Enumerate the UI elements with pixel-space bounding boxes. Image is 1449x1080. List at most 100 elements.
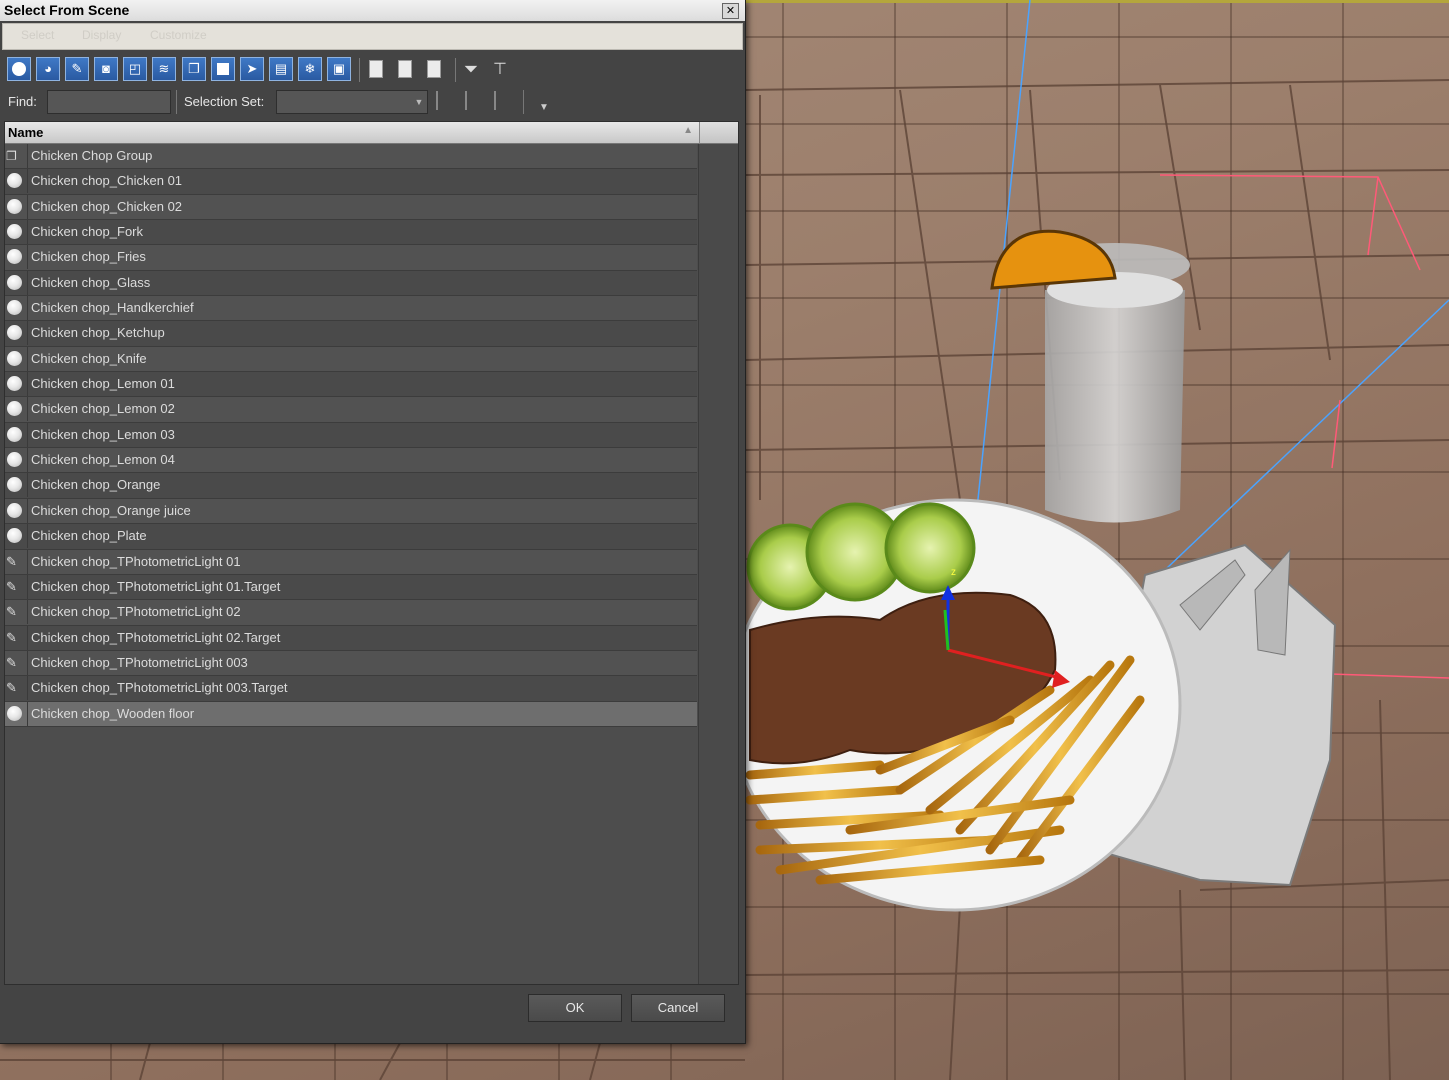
- ok-button[interactable]: OK: [528, 994, 622, 1022]
- toolbar-separator: [359, 58, 360, 82]
- display-shapes-button[interactable]: ◕: [36, 57, 60, 81]
- list-item[interactable]: ❐ Chicken Chop Group: [5, 144, 697, 170]
- geometry-sphere-icon: [7, 274, 22, 290]
- selection-set-dropdown[interactable]: ▼: [276, 90, 428, 114]
- geometry-sphere-icon: [7, 426, 22, 442]
- create-selection-set-icon: [436, 91, 438, 110]
- display-hidden-button[interactable]: ▣: [327, 57, 351, 81]
- geometry-sphere-icon: [7, 325, 22, 341]
- remove-from-selection-set-icon: [494, 91, 496, 110]
- extra-column-header[interactable]: [700, 122, 738, 144]
- display-cameras-button[interactable]: ◙: [94, 57, 118, 81]
- list-item-label: Chicken chop_TPhotometricLight 02: [27, 600, 697, 625]
- list-item[interactable]: Chicken chop_Wooden floor: [5, 701, 697, 727]
- light-icon: ✎: [6, 578, 17, 594]
- filter-options-button[interactable]: ⊤: [490, 58, 510, 80]
- select-all-icon: [369, 60, 383, 78]
- list-item[interactable]: Chicken chop_Glass: [5, 270, 697, 297]
- list-item[interactable]: Chicken chop_Chicken 01: [5, 169, 697, 195]
- list-item-label: Chicken chop_TPhotometricLight 02.Target: [27, 625, 697, 650]
- object-list[interactable]: Name ▲ ❐ Chicken Chop Group Chicken chop_C…: [4, 121, 739, 985]
- menu-display[interactable]: Display: [82, 28, 121, 42]
- list-item-label: Chicken chop_TPhotometricLight 003: [27, 650, 697, 675]
- list-item[interactable]: Chicken chop_Lemon 02: [5, 397, 697, 423]
- display-geometry-button[interactable]: [7, 57, 31, 81]
- geometry-sphere-icon: [7, 705, 22, 721]
- options-dropdown-button[interactable]: ▼: [534, 96, 554, 118]
- list-item-label: Chicken chop_Lemon 03: [27, 422, 697, 447]
- geometry-sphere-icon: [7, 502, 22, 518]
- list-item-label: Chicken chop_Orange: [27, 473, 697, 498]
- extra-column: [698, 144, 738, 984]
- select-all-button[interactable]: [366, 58, 386, 80]
- light-icon: ✎: [6, 553, 17, 569]
- list-item[interactable]: ✎ Chicken chop_TPhotometricLight 003: [5, 650, 697, 677]
- display-lights-icon: ✎: [71, 61, 83, 76]
- display-shapes-icon: ◕: [44, 61, 52, 76]
- display-frozen-button[interactable]: ❄: [298, 57, 322, 81]
- list-item-label: Chicken chop_Chicken 02: [27, 194, 697, 219]
- list-item-label: Chicken chop_Lemon 02: [27, 397, 697, 422]
- name-column-header[interactable]: Name ▲: [5, 122, 700, 144]
- find-input[interactable]: [47, 90, 171, 114]
- list-item[interactable]: Chicken chop_Orange: [5, 473, 697, 499]
- geometry-sphere-icon: [7, 376, 22, 392]
- list-item[interactable]: Chicken chop_Fork: [5, 220, 697, 246]
- list-item[interactable]: Chicken chop_Lemon 03: [5, 422, 697, 449]
- display-bones-icon: ➤: [246, 61, 258, 76]
- list-item-label: Chicken chop_Glass: [27, 270, 697, 295]
- menu-select[interactable]: Select: [21, 28, 54, 42]
- list-item[interactable]: Chicken chop_Ketchup: [5, 321, 697, 347]
- list-item[interactable]: ✎ Chicken chop_TPhotometricLight 003.Targ…: [5, 676, 697, 702]
- display-lights-button[interactable]: ✎: [65, 57, 89, 81]
- list-item[interactable]: Chicken chop_Chicken 02: [5, 194, 697, 221]
- display-groups-icon: ❐: [188, 61, 200, 76]
- list-item[interactable]: Chicken chop_Handkerchief: [5, 296, 697, 322]
- geometry-sphere-icon: [7, 300, 22, 316]
- select-from-scene-dialog: Select From Scene ✕ Select Display Custo…: [0, 0, 746, 1044]
- orange-slice: [990, 229, 1117, 290]
- list-item-label: Chicken chop_Ketchup: [27, 321, 697, 346]
- list-item[interactable]: Chicken chop_Orange juice: [5, 498, 697, 525]
- display-cameras-icon: ◙: [102, 61, 110, 76]
- sort-ascending-icon: ▲: [683, 125, 693, 136]
- geometry-sphere-icon: [7, 173, 22, 189]
- list-item[interactable]: ✎ Chicken chop_TPhotometricLight 02: [5, 600, 697, 626]
- list-item-label: Chicken chop_TPhotometricLight 003.Targe…: [27, 676, 697, 701]
- close-icon: ✕: [725, 5, 736, 17]
- list-item-label: Chicken chop_Wooden floor: [27, 701, 697, 726]
- dialog-titlebar[interactable]: Select From Scene ✕: [0, 0, 745, 21]
- list-item[interactable]: ✎ Chicken chop_TPhotometricLight 01.Targe…: [5, 574, 697, 601]
- display-groups-button[interactable]: ❐: [182, 57, 206, 81]
- list-item[interactable]: ✎ Chicken chop_TPhotometricLight 01: [5, 549, 697, 575]
- select-none-button[interactable]: [395, 58, 415, 80]
- list-item[interactable]: Chicken chop_Lemon 01: [5, 372, 697, 398]
- select-invert-button[interactable]: [424, 58, 444, 80]
- list-item[interactable]: ✎ Chicken chop_TPhotometricLight 02.Targe…: [5, 625, 697, 651]
- cancel-button[interactable]: Cancel: [631, 994, 725, 1022]
- display-helpers-button[interactable]: ◰: [123, 57, 147, 81]
- filter-button[interactable]: ⏷: [461, 58, 481, 80]
- display-containers-button[interactable]: ▤: [269, 57, 293, 81]
- add-to-selection-set-button[interactable]: [465, 91, 481, 112]
- toolbar-separator: [455, 58, 456, 82]
- list-item-label: Chicken chop_Orange juice: [27, 498, 697, 523]
- light-icon: ✎: [6, 654, 17, 670]
- close-button[interactable]: ✕: [722, 3, 739, 19]
- filter-icon: ⏷: [463, 58, 479, 79]
- list-item[interactable]: Chicken chop_Knife: [5, 346, 697, 373]
- display-bones-button[interactable]: ➤: [240, 57, 264, 81]
- display-spacewarps-button[interactable]: ≋: [152, 57, 176, 81]
- add-to-selection-set-icon: [465, 91, 467, 110]
- menu-customize[interactable]: Customize: [150, 28, 207, 42]
- list-item-label: Chicken chop_Plate: [27, 524, 697, 549]
- list-item-label: Chicken chop_TPhotometricLight 01.Target: [27, 574, 697, 599]
- select-none-icon: [398, 60, 412, 78]
- create-selection-set-button[interactable]: [436, 91, 452, 112]
- display-xrefs-button[interactable]: [211, 57, 235, 81]
- list-item[interactable]: Chicken chop_Lemon 04: [5, 448, 697, 474]
- remove-from-selection-set-button[interactable]: [494, 91, 510, 112]
- list-item[interactable]: Chicken chop_Fries: [5, 245, 697, 271]
- list-item-label: Chicken chop_Lemon 01: [27, 372, 697, 397]
- list-item[interactable]: Chicken chop_Plate: [5, 524, 697, 550]
